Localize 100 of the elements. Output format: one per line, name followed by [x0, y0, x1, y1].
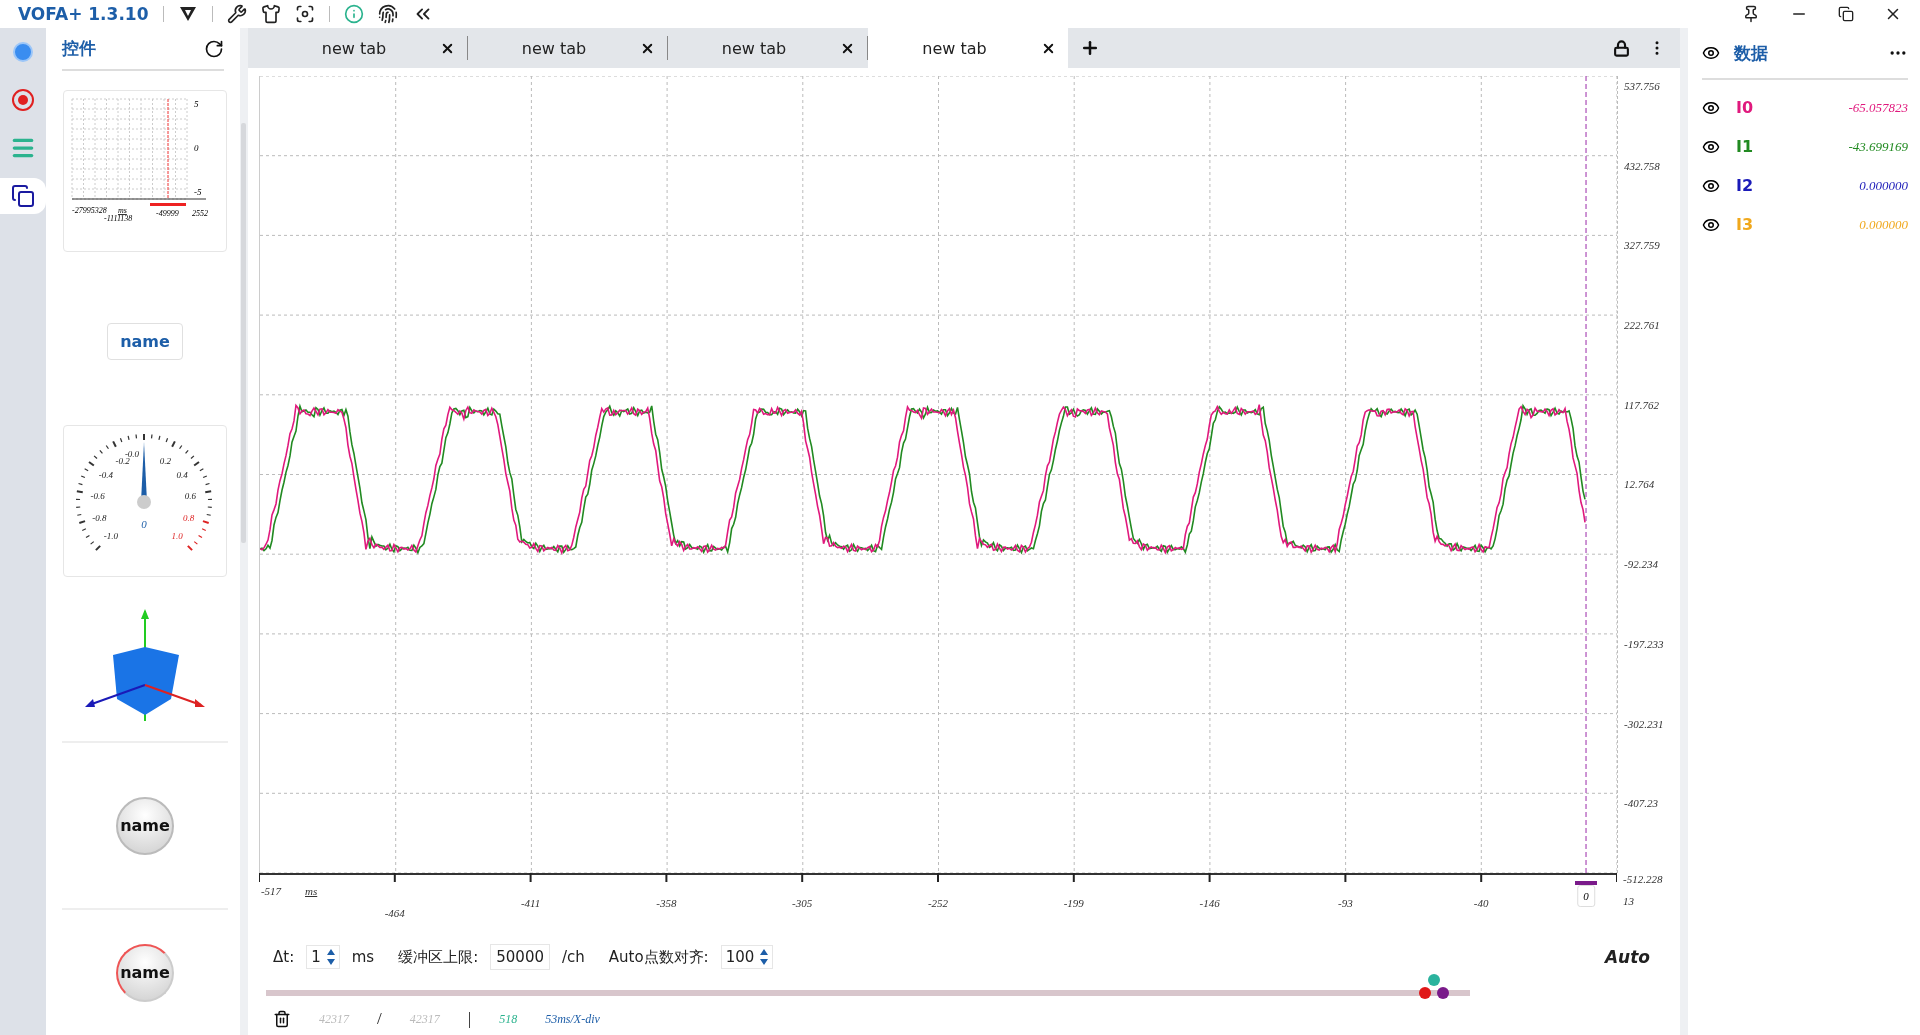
gauge-label: -1.0 [103, 531, 118, 542]
cursor-marker[interactable] [1575, 881, 1597, 885]
x-axis-label: -305 [792, 897, 813, 909]
channel-value: -65.057823 [1848, 99, 1908, 116]
x-axis-label: -464 [384, 907, 405, 919]
record-icon [11, 88, 35, 112]
y-axis-label: 327.759 [1623, 238, 1661, 252]
channel-name: I1 [1736, 137, 1754, 156]
channel-row[interactable]: I1 -43.699169 [1688, 127, 1920, 166]
dt-unit: ms [351, 948, 375, 966]
scale-label: 53ms/X-div [545, 1011, 600, 1027]
gauge-label: 0.4 [176, 470, 188, 481]
gauge-label: -0.6 [90, 490, 105, 501]
axis-label: -1111138 [104, 214, 133, 223]
channel-row[interactable]: I0 -65.057823 [1688, 88, 1920, 127]
dt-label: Δt: [273, 948, 295, 966]
axis-label: -49999 [156, 209, 179, 218]
mode-label[interactable]: Auto [1604, 947, 1650, 967]
point-count: 518 [499, 1011, 518, 1027]
gauge-label: 0.6 [184, 490, 197, 501]
gauge-label: -0.0 [124, 449, 140, 459]
wrench-icon[interactable] [226, 4, 247, 24]
total-count: 42317 [409, 1011, 440, 1027]
tab[interactable]: new tab [468, 36, 668, 60]
app-title: VOFA+ 1.3.10 [18, 4, 149, 24]
lock-icon[interactable] [1613, 39, 1630, 57]
received-count: 42317 [319, 1011, 349, 1027]
channel-name: I0 [1736, 98, 1754, 117]
x-axis-label: -93 [1338, 897, 1353, 909]
gauge-label: 0.2 [159, 456, 171, 467]
axis-label: -5 [194, 187, 202, 197]
gauge-label: 1.0 [171, 531, 183, 542]
spinner-arrows-icon[interactable] [760, 948, 769, 966]
name-button[interactable]: name [107, 322, 183, 360]
y-axis-label: 537.756 [1623, 79, 1661, 92]
tab-label: new tab [320, 38, 388, 58]
tab[interactable]: new tab [268, 36, 468, 60]
y-axis-label: 222.761 [1623, 318, 1661, 332]
gauge-label: -0.2 [115, 456, 130, 467]
x-axis-label: -199 [1063, 897, 1084, 909]
dt-spinbox[interactable]: 1 [306, 945, 340, 969]
eye-icon[interactable] [1702, 44, 1720, 62]
tab-label: new tab [921, 38, 988, 58]
x-axis-label: 13 [1622, 894, 1634, 907]
axis-unit: ms [118, 206, 127, 215]
shirt-icon[interactable] [260, 4, 281, 24]
knob[interactable]: name [116, 943, 174, 1002]
gauge-label: -0.4 [98, 470, 114, 481]
x-axis-label: -146 [1199, 897, 1220, 909]
y-axis-label: 117.762 [1623, 397, 1660, 411]
x-axis-label: -411 [520, 897, 541, 909]
trash-icon[interactable] [273, 1010, 291, 1028]
dot-icon [12, 41, 34, 63]
y-axis-label: 12.764 [1623, 477, 1656, 491]
x-axis-label: -252 [927, 897, 949, 909]
buffer-label: 缓冲区上限: [398, 947, 479, 967]
gauge-label: -0.8 [92, 512, 107, 523]
cursor-label: 0 [1577, 885, 1595, 907]
x-axis-label: -517 [260, 885, 282, 897]
gauge-label: 0.8 [183, 512, 195, 523]
buffer-unit: /ch [561, 948, 585, 966]
channel-value: 0.000000 [1859, 177, 1908, 194]
axis-label: 2552 [192, 209, 208, 218]
y-axis-label: -407.23 [1623, 796, 1659, 810]
align-label: Auto点数对齐: [608, 947, 709, 967]
refresh-icon[interactable] [204, 38, 224, 59]
channel-row[interactable]: I2 0.000000 [1688, 166, 1920, 205]
axis-label: 0 [194, 143, 199, 153]
tab[interactable]: new tab [868, 28, 1068, 68]
x-axis-label: -358 [656, 897, 677, 909]
axis-label: 5 [194, 99, 199, 109]
fingerprint-icon[interactable] [377, 4, 398, 24]
pin-icon[interactable] [1742, 5, 1760, 23]
axis-unit: ms [305, 885, 318, 897]
panel-title: 控件 [62, 37, 96, 60]
y-axis-label: -92.234 [1623, 557, 1659, 571]
restore-icon[interactable] [1838, 5, 1854, 23]
windows-icon [11, 184, 35, 208]
channel-name: I2 [1736, 176, 1754, 195]
panel-title: 数据 [1734, 41, 1769, 65]
channel-name: I3 [1736, 215, 1754, 234]
focus-icon[interactable] [294, 4, 315, 24]
buffer-field[interactable]: 50000 [490, 944, 550, 970]
y-axis-label: -197.233 [1623, 636, 1665, 650]
logo-icon[interactable] [177, 5, 198, 23]
y-axis-label: 432.758 [1623, 158, 1661, 172]
scrollbar[interactable] [241, 123, 246, 543]
x-axis-label: -40 [1473, 897, 1489, 909]
y-axis-label: -302.231 [1623, 716, 1665, 730]
axis-label: -27995328 [72, 206, 107, 215]
rail-button[interactable] [0, 178, 46, 214]
channel-value: -43.699169 [1848, 138, 1908, 155]
separator: / [377, 1009, 382, 1029]
align-spinbox[interactable]: 100 [720, 945, 774, 969]
round-button[interactable]: name [116, 796, 174, 855]
info-icon[interactable] [343, 4, 364, 24]
spinner-arrows-icon[interactable] [326, 948, 335, 966]
y-axis-label: -512.228 [1622, 873, 1663, 885]
channel-value: 0.000000 [1859, 216, 1908, 233]
tab-label: new tab [720, 38, 788, 58]
